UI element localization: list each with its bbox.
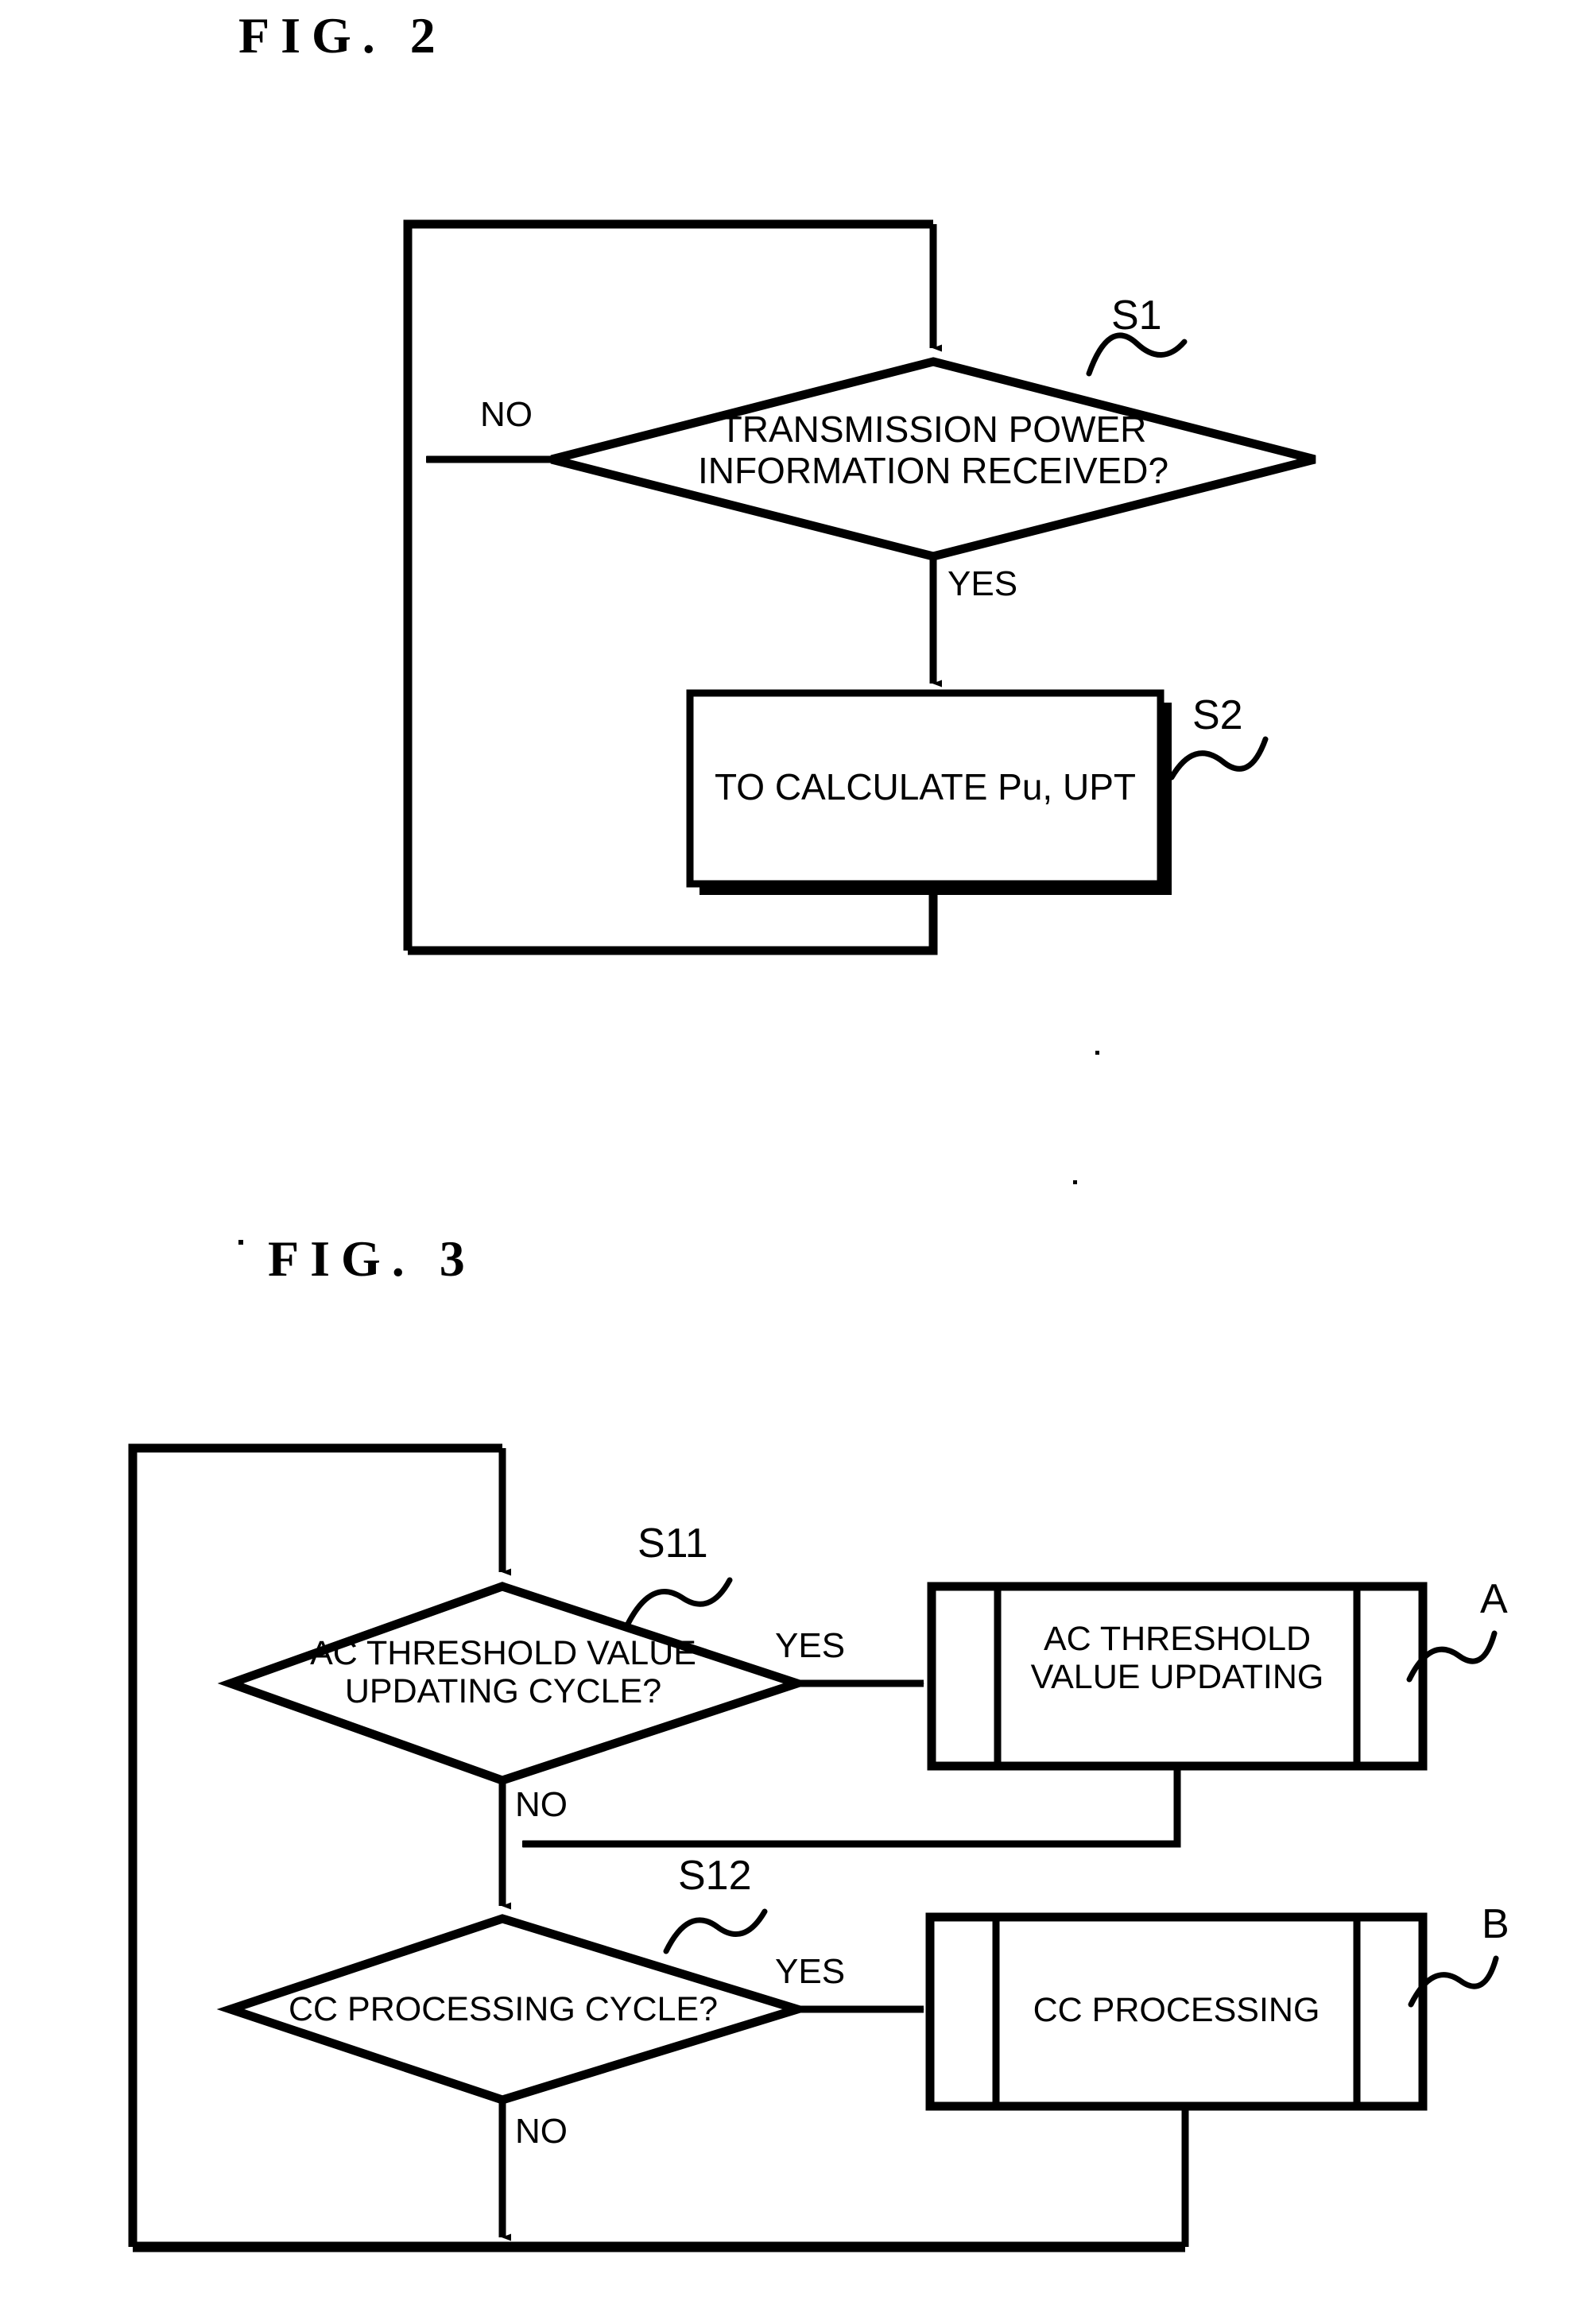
fig3-decision-s12-label: CC PROCESSING CYCLE? (288, 1990, 719, 2028)
fig3-no-edge-label-1: NO (515, 1785, 568, 1824)
fig3-box-a-line2: VALUE UPDATING (1030, 1658, 1324, 1697)
fig2-leader-s2 (1168, 736, 1269, 780)
fig3-decision-s11-label: AC THRESHOLD VALUE UPDATING CYCLE? (249, 1634, 758, 1710)
figure-3-graphics (128, 1443, 1499, 2252)
fig3-leader-s12 (663, 1908, 768, 1954)
fig3-no-edge-label-2: NO (515, 2112, 568, 2151)
fig3-loopback-edge (128, 1443, 502, 2247)
fig3-ref-s11: S11 (637, 1520, 708, 1567)
fig3-return-a-edge (522, 1766, 1181, 1848)
fig3-box-b-label: CC PROCESSING (1033, 1991, 1320, 2029)
fig3-box-a-label: AC THRESHOLD VALUE UPDATING (998, 1620, 1357, 1696)
fig3-ref-b: B (1482, 1901, 1509, 1947)
fig3-decision-s11-line2: UPDATING CYCLE? (344, 1672, 662, 1711)
fig2-decision-s1-line2: INFORMATION RECEIVED? (697, 449, 1169, 491)
fig2-process-s2-label: TO CALCULATE Pu, UPT (715, 766, 1136, 808)
fig3-ref-s12: S12 (678, 1853, 752, 1899)
fig3-box-a-line1: AC THRESHOLD (1043, 1620, 1312, 1658)
fig3-ref-a: A (1480, 1576, 1508, 1622)
patent-drawing-sheet: FIG. 2 FIG. 3 TRANSMISSION POWER INFORMA… (0, 0, 1585, 2324)
fig2-leader-s1 (1086, 332, 1188, 377)
fig3-leader-s11 (625, 1577, 733, 1627)
fig2-ref-s2: S2 (1192, 692, 1243, 738)
fig3-yes-edge-label-1: YES (775, 1626, 846, 1665)
figure-2-graphics (403, 219, 1316, 955)
fig3-decision-s11-line1: AC THRESHOLD VALUE (310, 1634, 696, 1672)
fig2-no-edge-label: NO (480, 395, 533, 434)
fig2-yes-edge-label: YES (948, 564, 1018, 603)
fig3-yes-edge-label-2: YES (775, 1952, 846, 1991)
fig2-decision-s1-line1: TRANSMISSION POWER (719, 409, 1147, 450)
fig2-ref-s1: S1 (1111, 292, 1162, 339)
fig2-decision-s1-label: TRANSMISSION POWER INFORMATION RECEIVED? (679, 409, 1188, 491)
